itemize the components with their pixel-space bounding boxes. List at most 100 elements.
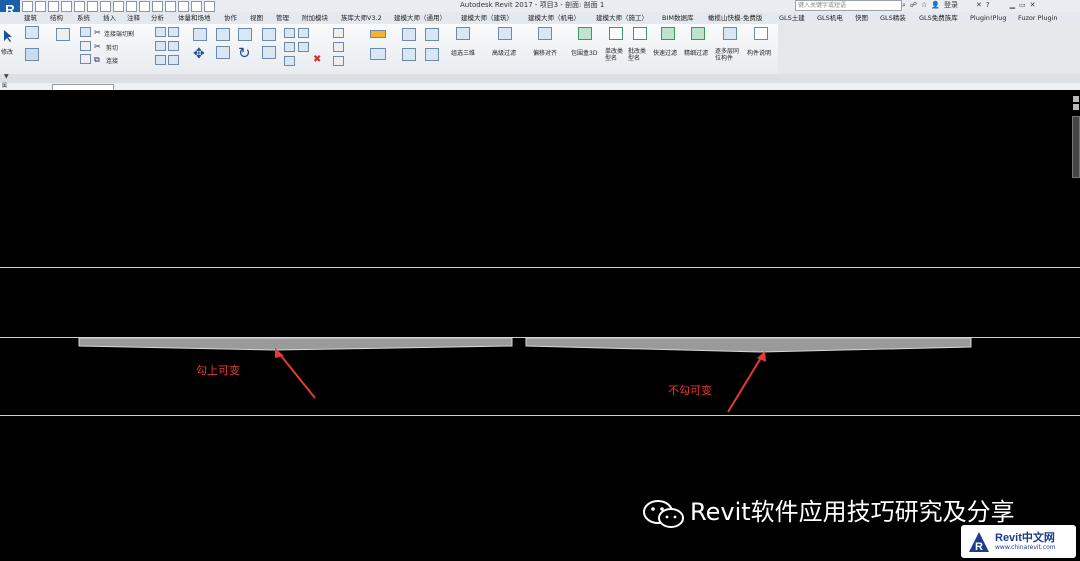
tab-gls-free-library[interactable]: GLS免费族库 (919, 12, 958, 24)
offset-align-icon[interactable] (538, 27, 552, 40)
tab-modeling-construction[interactable]: 建模大师（施工） (596, 12, 648, 24)
save-icon[interactable] (35, 1, 46, 12)
multi-level-icon[interactable] (723, 27, 737, 40)
move-icon[interactable]: ✥ (193, 46, 205, 62)
cut-label[interactable]: 剪切 (106, 43, 118, 52)
pin-icon[interactable] (298, 42, 309, 52)
batch-rename-icon[interactable] (633, 27, 647, 40)
settings-wrench-icon[interactable] (168, 55, 179, 65)
scissors-icon[interactable]: ✂ (94, 28, 101, 37)
tab-modeling-arch[interactable]: 建模大师（建筑） (461, 12, 513, 24)
user-icon[interactable]: 👤 (931, 0, 940, 11)
restore-icon[interactable]: ▭ (1019, 0, 1026, 11)
tab-gls-civil[interactable]: GLS土建 (779, 12, 805, 24)
offset-align-button[interactable]: 偏移对齐 (533, 48, 557, 57)
redo-icon[interactable] (74, 1, 85, 12)
paint-icon[interactable] (155, 41, 166, 51)
assembly-icon[interactable] (425, 48, 439, 61)
batch-rename-button[interactable]: 批改类型名 (628, 48, 646, 62)
sync-icon[interactable] (48, 1, 59, 12)
rename-type-button[interactable]: 单改类型名 (605, 48, 623, 62)
view-minimize-icon[interactable] (1073, 96, 1079, 102)
navigation-bar[interactable] (1072, 116, 1080, 178)
measure-icon[interactable] (100, 1, 111, 12)
advanced-filter-button[interactable]: 高级过滤 (492, 48, 516, 57)
multi-level-button[interactable]: 逐多层同位构件 (715, 48, 743, 62)
dimension-tool-icon[interactable] (370, 30, 386, 38)
3d-view-icon[interactable] (152, 1, 163, 12)
aligned-dimension-icon[interactable] (370, 48, 386, 60)
create-similar-icon[interactable] (402, 28, 416, 41)
join-label[interactable]: 连接 (106, 56, 118, 65)
array-icon[interactable] (298, 28, 309, 38)
offset-icon[interactable] (216, 28, 230, 41)
tab-collaborate[interactable]: 协作 (224, 12, 237, 24)
beam-right[interactable] (525, 337, 972, 353)
tab-structure[interactable]: 结构 (50, 12, 63, 24)
fine-filter-icon[interactable] (691, 27, 705, 40)
create-parts-icon[interactable] (402, 48, 416, 61)
align-icon[interactable] (193, 28, 207, 41)
component-info-icon[interactable] (754, 27, 768, 40)
component-info-button[interactable]: 构件说明 (747, 48, 771, 57)
edit-family-icon[interactable] (425, 28, 439, 41)
group-3d-button[interactable]: 组选三维 (451, 48, 475, 57)
group-3d-icon[interactable] (456, 27, 470, 40)
close-icon[interactable]: ✕ (1030, 0, 1036, 11)
quick-filter-button[interactable]: 快速过滤 (653, 48, 677, 57)
measure-line-icon[interactable] (333, 42, 344, 52)
binoculars-icon[interactable]: ⌕ (902, 0, 906, 11)
exchange-icon[interactable]: ✕ (976, 0, 982, 11)
measure-tool-icon[interactable] (155, 55, 166, 65)
open-icon[interactable] (22, 1, 33, 12)
tag-icon[interactable] (126, 1, 137, 12)
text-icon[interactable] (139, 1, 150, 12)
bounding-box-3d-icon[interactable] (578, 27, 592, 40)
tab-addins[interactable]: 附加模块 (302, 12, 328, 24)
close-hidden-icon[interactable] (191, 1, 202, 12)
copy-tool-icon[interactable] (216, 46, 230, 59)
tab-olive-mountain[interactable]: 橄榄山快模-免费版 (708, 12, 762, 24)
rename-type-icon[interactable] (609, 27, 623, 40)
section-icon[interactable] (165, 1, 176, 12)
advanced-filter-icon[interactable] (498, 27, 512, 40)
properties-icon[interactable] (25, 26, 39, 39)
help-icon[interactable]: ? (986, 0, 990, 11)
fine-filter-button[interactable]: 精细过滤 (684, 48, 708, 57)
undo-icon[interactable] (61, 1, 72, 12)
tab-gls-finishing[interactable]: GLS精装 (880, 12, 906, 24)
cursor-icon[interactable] (3, 29, 13, 43)
quick-access-toolbar[interactable] (22, 1, 215, 12)
favorite-icon[interactable]: ☆ (921, 0, 927, 11)
tab-manage[interactable]: 管理 (276, 12, 289, 24)
view-close-icon[interactable] (1073, 104, 1079, 110)
tab-annotate[interactable]: 注释 (127, 12, 140, 24)
tab-family-library[interactable]: 族库大师V3.2 (341, 12, 382, 24)
unpin-icon[interactable] (284, 56, 295, 66)
bounding-box-3d-button[interactable]: 包围盒3D (571, 48, 597, 57)
scale-icon[interactable] (284, 42, 295, 52)
copy-icon[interactable] (80, 41, 91, 51)
dimension-icon[interactable] (113, 1, 124, 12)
match-icon[interactable] (80, 54, 91, 64)
split-icon[interactable] (284, 28, 295, 38)
delete-icon[interactable]: ✖ (313, 54, 321, 65)
type-properties-icon[interactable] (25, 48, 39, 61)
tab-modeling-mep[interactable]: 建模大师（机电） (528, 12, 580, 24)
tab-view[interactable]: 视图 (250, 12, 263, 24)
mirror-axis-icon[interactable] (238, 28, 252, 41)
drawing-canvas[interactable]: 勾上可变 不勾可变 (0, 90, 1080, 561)
tab-massing-site[interactable]: 体量和场地 (178, 12, 211, 24)
print-icon[interactable] (87, 1, 98, 12)
mirror-draw-icon[interactable] (262, 28, 276, 41)
search-input[interactable]: 键入关键字或短语 (795, 0, 902, 11)
tab-fuzor-plugin[interactable]: Fuzor Plugin (1018, 12, 1058, 24)
quick-filter-icon[interactable] (661, 27, 675, 40)
demolish-icon[interactable] (168, 41, 179, 51)
paste-icon[interactable] (56, 28, 70, 41)
view-tool-icon[interactable] (333, 28, 344, 38)
split-face-icon[interactable] (168, 27, 179, 37)
cut-icon[interactable]: ✂ (94, 42, 101, 51)
thin-lines-icon[interactable] (178, 1, 189, 12)
minimize-icon[interactable]: ▁ (1010, 0, 1015, 11)
